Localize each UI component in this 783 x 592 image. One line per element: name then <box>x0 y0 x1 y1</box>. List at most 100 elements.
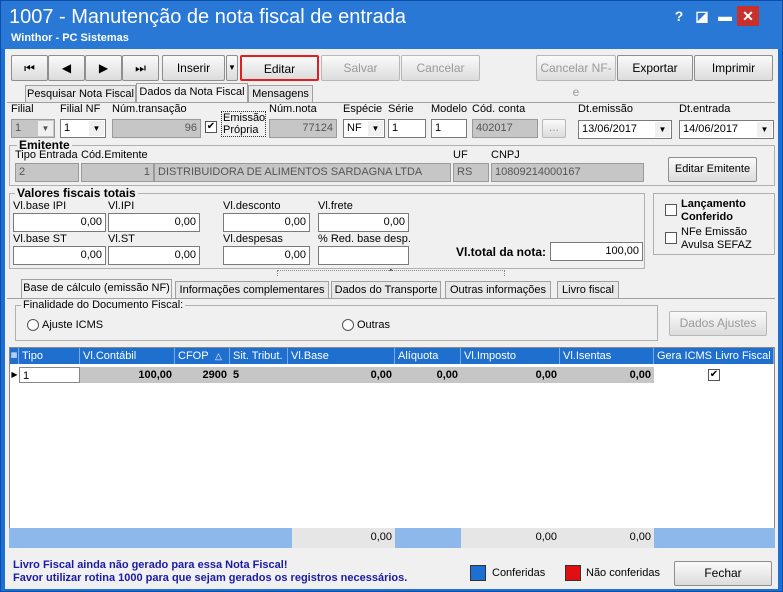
save-button[interactable]: Salvar <box>321 55 400 81</box>
tab-base-calculo[interactable]: Base de cálculo (emissão NF) <box>21 279 172 298</box>
serie-field[interactable]: 1 <box>388 119 426 138</box>
prev-record-button[interactable]: ◀ <box>48 55 85 81</box>
grid-select-icon: ▦ <box>10 348 19 364</box>
st-label: Vl.ST <box>108 233 135 245</box>
modelo-field[interactable]: 1 <box>431 119 467 138</box>
chevron-down-icon: ▼ <box>757 122 772 137</box>
num-nota-label: Núm.nota <box>269 103 317 115</box>
desconto-field[interactable]: 0,00 <box>223 213 310 232</box>
dados-ajustes-button[interactable]: Dados Ajustes <box>669 311 767 336</box>
ipi-field[interactable]: 0,00 <box>108 213 200 232</box>
insert-dropdown-icon[interactable]: ▼ <box>226 55 238 81</box>
data-grid: ▦ Tipo Vl.Contábil CFOP △ Sit. Tribut. V… <box>9 347 775 547</box>
st-field[interactable]: 0,00 <box>108 246 200 265</box>
cod-conta-lookup-button[interactable]: ... <box>542 119 566 138</box>
desconto-label: Vl.desconto <box>223 200 281 212</box>
tab-outras-info[interactable]: Outras informações <box>445 281 551 298</box>
export-button[interactable]: Exportar <box>617 55 693 81</box>
nao-conferidas-legend-label: Não conferidas <box>586 567 660 579</box>
nfe-avulsa-checkbox[interactable] <box>665 232 677 244</box>
last-record-button[interactable]: ⏭ <box>122 55 159 81</box>
print-button[interactable]: Imprimir <box>694 55 773 81</box>
restore-icon[interactable]: ◪ <box>691 6 713 26</box>
outras-radio[interactable] <box>342 319 354 331</box>
edit-button[interactable]: Editar <box>240 55 319 81</box>
tipo-entrada-label: Tipo Entrada <box>15 149 78 161</box>
num-nota-field[interactable]: 77124 <box>269 119 337 138</box>
first-record-button[interactable]: ⏮ <box>11 55 48 81</box>
base-ipi-field[interactable]: 0,00 <box>13 213 106 232</box>
column-header-tipo[interactable]: Tipo <box>19 348 80 364</box>
valores-title: Valores fiscais totais <box>15 186 138 200</box>
cell-sit-tribut[interactable]: 5 <box>230 367 288 383</box>
row-indicator-icon: ▶ <box>11 370 18 379</box>
conferidas-legend-swatch <box>470 565 486 581</box>
close-icon[interactable]: ✕ <box>737 6 759 26</box>
emissao-propria-label: Emissão Própria <box>221 111 266 137</box>
outras-label: Outras <box>357 319 391 331</box>
ajuste-icms-radio[interactable] <box>27 319 39 331</box>
tab-pesquisar[interactable]: Pesquisar Nota Fiscal <box>25 85 136 102</box>
cell-tipo[interactable]: 1 <box>19 367 80 383</box>
uf-field[interactable]: RS <box>453 163 489 182</box>
column-header-sit-tribut[interactable]: Sit. Tribut. <box>230 348 288 364</box>
dt-entrada-picker[interactable]: 14/06/2017 ▼ <box>679 120 774 139</box>
minimize-icon[interactable]: ▬ <box>714 6 736 26</box>
insert-button[interactable]: Inserir <box>162 55 225 81</box>
column-header-aliquota[interactable]: Alíquota <box>395 348 461 364</box>
cancel-button[interactable]: Cancelar <box>401 55 480 81</box>
edit-emitente-button[interactable]: Editar Emitente <box>668 157 757 182</box>
close-button[interactable]: Fechar <box>674 561 772 586</box>
cell-aliquota[interactable]: 0,00 <box>395 367 461 383</box>
especie-select[interactable]: NF ▼ <box>343 119 385 138</box>
lancamento-conferido-checkbox[interactable] <box>665 204 677 216</box>
cancel-nfe-button[interactable]: Cancelar NF-e <box>536 55 616 99</box>
emitente-name-field[interactable]: DISTRIBUIDORA DE ALIMENTOS SARDAGNA LTDA <box>154 163 451 182</box>
column-header-gera-icms[interactable]: Gera ICMS Livro Fiscal <box>654 348 774 364</box>
conferidas-legend-label: Conferidas <box>492 567 546 579</box>
emissao-propria-checkbox[interactable]: ✔ <box>205 121 217 133</box>
tab-dados-transporte[interactable]: Dados do Transporte <box>331 281 441 298</box>
total-field[interactable]: 100,00 <box>550 242 643 261</box>
despesas-field[interactable]: 0,00 <box>223 246 310 265</box>
status-line-1: Livro Fiscal ainda não gerado para essa … <box>13 559 288 571</box>
tab-mensagens[interactable]: Mensagens <box>248 85 313 102</box>
base-st-label: Vl.base ST <box>13 233 67 245</box>
base-st-field[interactable]: 0,00 <box>13 246 106 265</box>
finalidade-title: Finalidade do Documento Fiscal: <box>21 299 186 311</box>
gera-icms-checkbox[interactable]: ✔ <box>708 369 720 381</box>
dt-emissao-picker[interactable]: 13/06/2017 ▼ <box>578 120 672 139</box>
tab-info-complementares[interactable]: Informações complementares <box>175 281 329 298</box>
red-base-field[interactable] <box>318 246 409 265</box>
cell-gera-icms[interactable]: ✔ <box>654 367 774 383</box>
tab-livro-fiscal[interactable]: Livro fiscal <box>557 281 619 298</box>
cell-vl-isentas[interactable]: 0,00 <box>560 367 654 383</box>
cell-vl-contabil[interactable]: 100,00 <box>80 367 175 383</box>
tipo-entrada-field[interactable]: 2 <box>15 163 79 182</box>
filial-select[interactable]: 1 ▼ <box>11 119 55 138</box>
cell-cfop[interactable]: 2900 <box>175 367 230 383</box>
cell-vl-imposto[interactable]: 0,00 <box>461 367 560 383</box>
tab-dados-nota[interactable]: Dados da Nota Fiscal <box>136 83 248 102</box>
cod-emitente-field[interactable]: 1 <box>81 163 154 182</box>
cod-conta-field[interactable]: 402017 <box>472 119 538 138</box>
help-icon[interactable]: ? <box>668 6 690 26</box>
column-header-vl-isentas[interactable]: Vl.Isentas <box>560 348 654 364</box>
main-panel: ⏮ ◀ ▶ ⏭ Inserir ▼ Editar Salvar Cancelar… <box>5 49 778 589</box>
especie-label: Espécie <box>343 103 383 115</box>
column-header-vl-contabil[interactable]: Vl.Contábil <box>80 348 175 364</box>
ipi-label: Vl.IPI <box>108 200 135 212</box>
frete-field[interactable]: 0,00 <box>318 213 409 232</box>
nao-conferidas-legend-swatch <box>565 565 581 581</box>
splitter-handle[interactable]: ⌃ <box>277 269 505 277</box>
dt-entrada-label: Dt.entrada <box>679 103 731 115</box>
cnpj-field[interactable]: 10809214000167 <box>491 163 644 182</box>
filial-nf-select[interactable]: 1 ▼ <box>60 119 106 138</box>
column-header-vl-imposto[interactable]: Vl.Imposto <box>461 348 560 364</box>
num-transacao-field[interactable]: 96 <box>112 119 201 138</box>
chevron-down-icon: ▼ <box>655 122 670 137</box>
column-header-vl-base[interactable]: Vl.Base <box>288 348 395 364</box>
cell-vl-base[interactable]: 0,00 <box>288 367 395 383</box>
next-record-button[interactable]: ▶ <box>85 55 122 81</box>
title-bar: 1007 - Manutenção de nota fiscal de entr… <box>1 1 782 49</box>
